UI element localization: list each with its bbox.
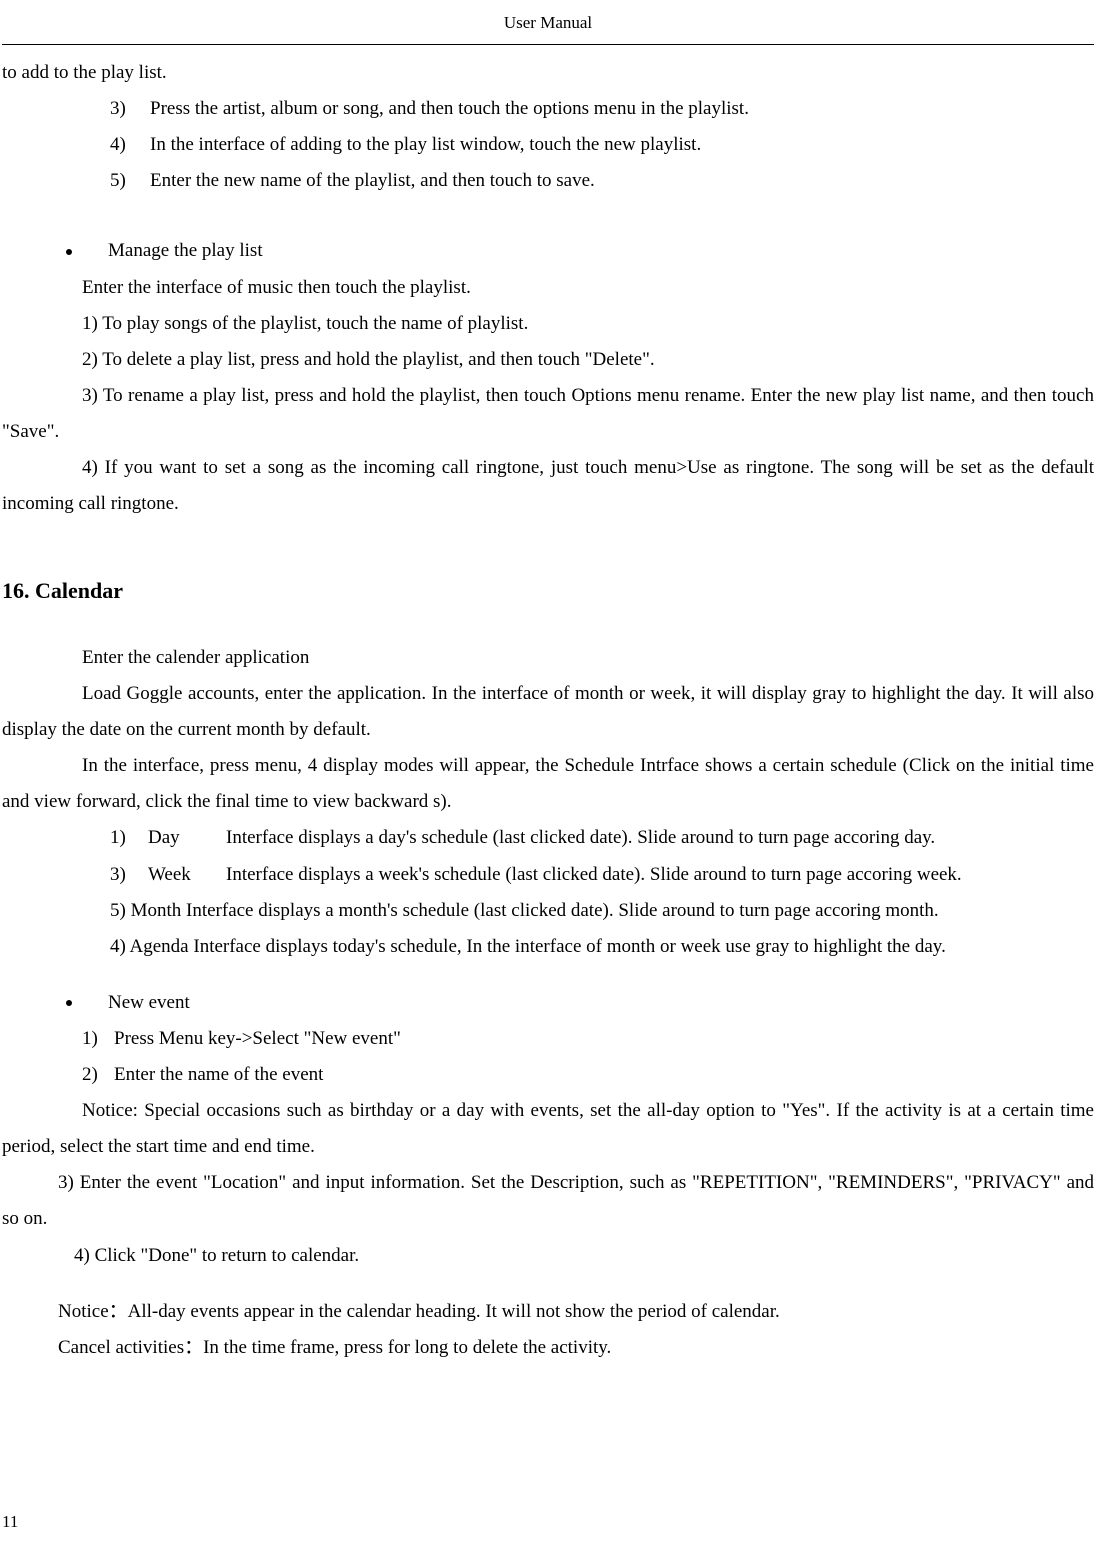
fragment-continuation: to add to the play list. <box>2 55 1094 91</box>
bullet-label: New event <box>108 985 190 1021</box>
list-item: 3) To rename a play list, press and hold… <box>2 378 1094 450</box>
list-item: 2) To delete a play list, press and hold… <box>2 342 1094 378</box>
new-event-steps: 1)Press Menu key->Select "New event" 2)E… <box>2 1021 1094 1093</box>
list-item: 1) To play songs of the playlist, touch … <box>2 306 1094 342</box>
paragraph: Enter the interface of music then touch … <box>2 270 1094 306</box>
notice-allday: Notice：All-day events appear in the cale… <box>2 1294 1094 1330</box>
step-number: 5) <box>110 163 150 199</box>
mode-name: Week <box>148 857 226 893</box>
notice-paragraph: Notice: Special occasions such as birthd… <box>2 1093 1094 1165</box>
step-text: Enter the name of the event <box>114 1057 323 1093</box>
step-number: 1) <box>82 1021 114 1057</box>
step-number: 4) <box>110 127 150 163</box>
step-text: Press Menu key->Select "New event" <box>114 1021 401 1057</box>
bullet-manage-playlist: Manage the play list <box>2 233 1094 269</box>
mode-number: 3) <box>110 857 148 893</box>
bullet-icon <box>66 249 72 255</box>
bullet-label: Manage the play list <box>108 233 263 269</box>
mode-desc: Interface displays a day's schedule (las… <box>226 820 1094 856</box>
bullet-icon <box>66 1000 72 1006</box>
step-number: 3) <box>110 91 150 127</box>
bullet-new-event: New event <box>2 985 1094 1021</box>
mode-agenda: 4) Agenda Interface displays today's sch… <box>2 929 1094 965</box>
mode-name: Day <box>148 820 226 856</box>
step-text: Press the artist, album or song, and the… <box>150 91 749 127</box>
mode-number: 1) <box>110 820 148 856</box>
step-4: 4) Click "Done" to return to calendar. <box>2 1238 1094 1274</box>
paragraph: Enter the calender application <box>2 640 1094 676</box>
list-item: 4) If you want to set a song as the inco… <box>2 450 1094 522</box>
mode-desc: Interface displays a week's schedule (la… <box>226 857 1094 893</box>
display-modes-list: 1) Day Interface displays a day's schedu… <box>2 820 1094 892</box>
notice-cancel: Cancel activities：In the time frame, pre… <box>2 1330 1094 1366</box>
header-rule <box>2 44 1094 45</box>
step-number: 2) <box>82 1057 114 1093</box>
running-header: User Manual <box>2 12 1094 38</box>
step-3: 3) Enter the event "Location" and input … <box>2 1165 1094 1237</box>
add-playlist-steps: 3)Press the artist, album or song, and t… <box>2 91 1094 199</box>
step-text: In the interface of adding to the play l… <box>150 127 701 163</box>
step-text: Enter the new name of the playlist, and … <box>150 163 595 199</box>
page-number: 11 <box>2 1506 18 1538</box>
paragraph: Load Goggle accounts, enter the applicat… <box>2 676 1094 748</box>
section-heading-calendar: 16. Calendar <box>2 570 1094 612</box>
paragraph: In the interface, press menu, 4 display … <box>2 748 1094 820</box>
mode-month: 5) Month Interface displays a month's sc… <box>2 893 1094 929</box>
